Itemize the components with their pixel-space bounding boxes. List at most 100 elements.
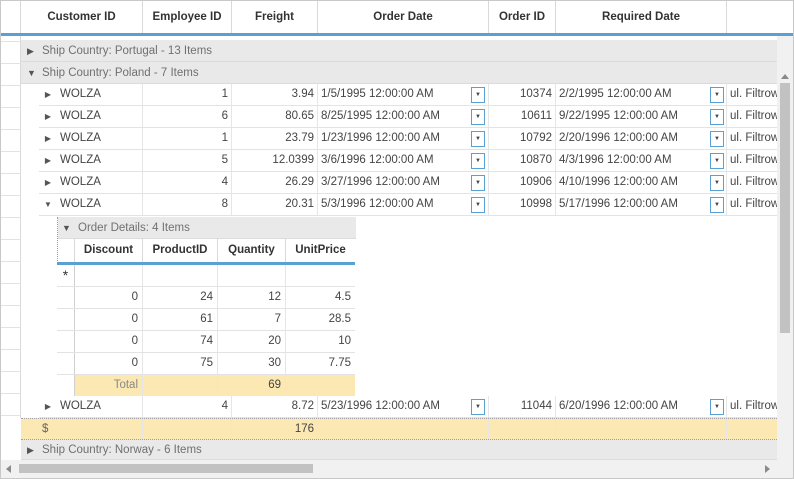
cell-productid[interactable]: 74 bbox=[143, 331, 218, 352]
chevron-down-icon[interactable]: ▼ bbox=[471, 197, 485, 213]
cell-discount[interactable]: 0 bbox=[75, 331, 143, 352]
chevron-down-icon[interactable]: ▼ bbox=[471, 175, 485, 191]
cell-order-date[interactable]: 8/25/1995 12:00:00 AM ▼ bbox=[318, 106, 489, 127]
child-new-cell[interactable] bbox=[286, 265, 355, 286]
cell-required-date[interactable]: 4/10/1996 12:00:00 AM ▼ bbox=[556, 172, 727, 193]
cell-discount[interactable]: 0 bbox=[75, 353, 143, 374]
cell-required-date[interactable]: 2/20/1996 12:00:00 AM ▼ bbox=[556, 128, 727, 149]
cell-customer-id[interactable]: WOLZA bbox=[57, 194, 143, 215]
scroll-up-icon[interactable] bbox=[781, 74, 789, 79]
cell-order-id[interactable]: 10870 bbox=[489, 150, 556, 171]
cell-ship-address[interactable]: ul. Filtrow bbox=[727, 84, 777, 105]
cell-employee-id[interactable]: 8 bbox=[143, 194, 232, 215]
child-table-row[interactable]: 0 74 20 10 bbox=[57, 331, 355, 353]
triangle-down-icon[interactable]: ▼ bbox=[27, 62, 36, 84]
column-header-ship-address[interactable] bbox=[727, 1, 793, 33]
triangle-right-icon[interactable]: ▶ bbox=[39, 150, 57, 171]
triangle-right-icon[interactable]: ▶ bbox=[39, 106, 57, 127]
cell-required-date[interactable]: 4/3/1996 12:00:00 AM ▼ bbox=[556, 150, 727, 171]
column-header-freight[interactable]: Freight bbox=[232, 1, 318, 33]
cell-order-id[interactable]: 10374 bbox=[489, 84, 556, 105]
cell-employee-id[interactable]: 6 bbox=[143, 106, 232, 127]
chevron-down-icon[interactable]: ▼ bbox=[471, 87, 485, 103]
cell-employee-id[interactable]: 4 bbox=[143, 396, 232, 417]
cell-customer-id[interactable]: WOLZA bbox=[57, 128, 143, 149]
child-table-row[interactable]: 0 24 12 4.5 bbox=[57, 287, 355, 309]
child-new-cell[interactable] bbox=[75, 265, 143, 286]
cell-ship-address[interactable]: ul. Filtrow bbox=[727, 194, 777, 215]
table-row[interactable]: ▶ WOLZA 5 12.0399 3/6/1996 12:00:00 AM ▼ … bbox=[39, 150, 777, 172]
child-new-row[interactable]: * bbox=[57, 265, 355, 287]
horizontal-scroll-thumb[interactable] bbox=[19, 464, 313, 473]
scroll-right-icon[interactable] bbox=[765, 465, 770, 473]
chevron-down-icon[interactable]: ▼ bbox=[471, 131, 485, 147]
group-row-portugal[interactable]: ▶ Ship Country: Portugal - 13 Items bbox=[21, 40, 777, 62]
cell-order-id[interactable]: 10792 bbox=[489, 128, 556, 149]
cell-required-date[interactable]: 9/22/1995 12:00:00 AM ▼ bbox=[556, 106, 727, 127]
child-row-indicator[interactable] bbox=[57, 309, 75, 330]
cell-order-id[interactable]: 10906 bbox=[489, 172, 556, 193]
cell-quantity[interactable]: 20 bbox=[218, 331, 286, 352]
triangle-down-icon[interactable]: ▼ bbox=[39, 194, 57, 215]
table-row[interactable]: ▶ WOLZA 4 8.72 5/23/1996 12:00:00 AM ▼ 11… bbox=[39, 396, 777, 418]
cell-quantity[interactable]: 30 bbox=[218, 353, 286, 374]
cell-freight[interactable]: 80.65 bbox=[232, 106, 318, 127]
chevron-down-icon[interactable]: ▼ bbox=[471, 399, 485, 415]
chevron-down-icon[interactable]: ▼ bbox=[710, 153, 724, 169]
cell-order-date[interactable]: 1/23/1996 12:00:00 AM ▼ bbox=[318, 128, 489, 149]
cell-ship-address[interactable]: ul. Filtrow bbox=[727, 106, 777, 127]
chevron-down-icon[interactable]: ▼ bbox=[710, 399, 724, 415]
cell-employee-id[interactable]: 4 bbox=[143, 172, 232, 193]
child-row-indicator[interactable] bbox=[57, 353, 75, 374]
cell-customer-id[interactable]: WOLZA bbox=[57, 172, 143, 193]
cell-customer-id[interactable]: WOLZA bbox=[57, 396, 143, 417]
cell-freight[interactable]: 12.0399 bbox=[232, 150, 318, 171]
child-table-row[interactable]: 0 75 30 7.75 bbox=[57, 353, 355, 375]
cell-unitprice[interactable]: 10 bbox=[286, 331, 355, 352]
cell-ship-address[interactable]: ul. Filtrow bbox=[727, 396, 777, 417]
child-column-header-unitprice[interactable]: UnitPrice bbox=[286, 239, 355, 262]
vertical-scroll-thumb[interactable] bbox=[780, 83, 790, 333]
table-row[interactable]: ▶ WOLZA 4 26.29 3/27/1996 12:00:00 AM ▼ 1… bbox=[39, 172, 777, 194]
cell-productid[interactable]: 24 bbox=[143, 287, 218, 308]
chevron-down-icon[interactable]: ▼ bbox=[471, 109, 485, 125]
cell-productid[interactable]: 61 bbox=[143, 309, 218, 330]
cell-discount[interactable]: 0 bbox=[75, 309, 143, 330]
chevron-down-icon[interactable]: ▼ bbox=[710, 87, 724, 103]
triangle-down-icon[interactable]: ▼ bbox=[62, 217, 71, 239]
child-row-indicator[interactable] bbox=[57, 287, 75, 308]
cell-quantity[interactable]: 12 bbox=[218, 287, 286, 308]
cell-ship-address[interactable]: ul. Filtrow bbox=[727, 150, 777, 171]
cell-customer-id[interactable]: WOLZA bbox=[57, 150, 143, 171]
table-row[interactable]: ▶ WOLZA 1 23.79 1/23/1996 12:00:00 AM ▼ 1… bbox=[39, 128, 777, 150]
cell-unitprice[interactable]: 28.5 bbox=[286, 309, 355, 330]
child-table-row[interactable]: 0 61 7 28.5 bbox=[57, 309, 355, 331]
child-row-indicator[interactable] bbox=[57, 331, 75, 352]
table-row[interactable]: ▶ WOLZA 1 3.94 1/5/1995 12:00:00 AM ▼ 103… bbox=[39, 84, 777, 106]
cell-required-date[interactable]: 2/2/1995 12:00:00 AM ▼ bbox=[556, 84, 727, 105]
scroll-left-icon[interactable] bbox=[6, 465, 11, 473]
cell-order-id[interactable]: 10611 bbox=[489, 106, 556, 127]
chevron-down-icon[interactable]: ▼ bbox=[710, 109, 724, 125]
column-header-required-date[interactable]: Required Date bbox=[556, 1, 727, 33]
chevron-down-icon[interactable]: ▼ bbox=[710, 197, 724, 213]
child-column-header-productid[interactable]: ProductID bbox=[143, 239, 218, 262]
cell-order-date[interactable]: 5/23/1996 12:00:00 AM ▼ bbox=[318, 396, 489, 417]
horizontal-scrollbar[interactable] bbox=[1, 460, 777, 478]
triangle-right-icon[interactable]: ▶ bbox=[39, 128, 57, 149]
cell-ship-address[interactable]: ul. Filtrow bbox=[727, 172, 777, 193]
child-new-cell[interactable] bbox=[143, 265, 218, 286]
chevron-down-icon[interactable]: ▼ bbox=[471, 153, 485, 169]
column-header-employee-id[interactable]: Employee ID bbox=[143, 1, 232, 33]
cell-productid[interactable]: 75 bbox=[143, 353, 218, 374]
column-header-order-id[interactable]: Order ID bbox=[489, 1, 556, 33]
cell-employee-id[interactable]: 1 bbox=[143, 84, 232, 105]
cell-required-date[interactable]: 5/17/1996 12:00:00 AM ▼ bbox=[556, 194, 727, 215]
column-header-order-date[interactable]: Order Date bbox=[318, 1, 489, 33]
child-new-cell[interactable] bbox=[218, 265, 286, 286]
cell-employee-id[interactable]: 5 bbox=[143, 150, 232, 171]
chevron-down-icon[interactable]: ▼ bbox=[710, 131, 724, 147]
cell-order-id[interactable]: 11044 bbox=[489, 396, 556, 417]
triangle-right-icon[interactable]: ▶ bbox=[39, 84, 57, 105]
cell-freight[interactable]: 20.31 bbox=[232, 194, 318, 215]
